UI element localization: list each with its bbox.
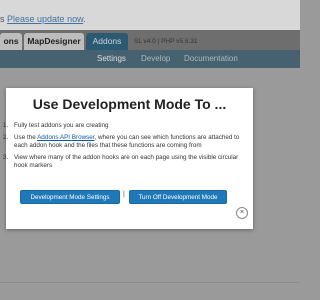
addons-api-browser-link[interactable]: Addons API Browser (37, 134, 94, 141)
tab-addons-partial[interactable]: ons (0, 33, 22, 50)
update-notice-text: s Please update now. (0, 14, 86, 24)
app-tab-bar: ons MapDesigner Addons SL v4.0 | PHP v5.… (0, 30, 300, 50)
list-number: 2. (3, 133, 9, 141)
update-notice-bar: s Please update now. (0, 0, 300, 30)
close-icon[interactable]: × (236, 207, 248, 219)
subnav-settings[interactable]: Settings (97, 50, 126, 68)
list-item: 3. View where many of the addon hooks ar… (3, 153, 246, 171)
list-item-text: View where many of the addon hooks are o… (14, 153, 239, 170)
sub-navigation: Settings Develop Documentation (0, 50, 300, 68)
tab-mapdesigner[interactable]: MapDesigner (24, 33, 84, 50)
version-info: SL v4.0 | PHP v5.6.31 (134, 38, 198, 45)
turn-off-development-mode-button[interactable]: Turn Off Development Mode (129, 190, 227, 204)
notice-prefix: s (0, 14, 8, 24)
button-separator: | (123, 191, 125, 198)
notice-suffix: . (83, 14, 86, 24)
development-mode-settings-button[interactable]: Development Mode Settings (20, 190, 120, 204)
page-divider (0, 282, 300, 283)
subnav-documentation[interactable]: Documentation (184, 50, 238, 68)
modal-title: Use Development Mode To ... (32, 96, 227, 112)
list-number: 1. (3, 122, 9, 129)
list-item-text: Fully test addons you are creating (14, 122, 109, 129)
list-item-text-before: Use the (14, 133, 38, 141)
update-now-link[interactable]: Please update now (7, 14, 83, 24)
tab-addons[interactable]: Addons (86, 33, 128, 50)
list-item: 2. Use the Addons API Browser, where you… (3, 133, 246, 151)
development-mode-modal: Use Development Mode To ... 1. Fully tes… (3, 88, 253, 229)
list-number: 3. (3, 153, 9, 161)
subnav-develop[interactable]: Develop (141, 50, 170, 68)
feature-list: 1. Fully test addons you are creating 2.… (3, 122, 246, 174)
list-item: 1. Fully test addons you are creating (3, 122, 246, 131)
